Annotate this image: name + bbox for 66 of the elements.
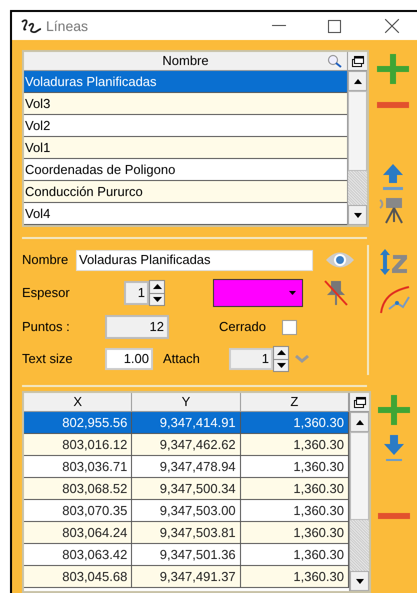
maximize-button[interactable] [328,20,341,32]
list-item[interactable]: Voladuras Planificadas [24,71,347,93]
scroll-down-icon[interactable] [356,578,364,584]
list-item[interactable]: Vol3 [24,93,347,115]
text-size-label: Text size [22,350,74,368]
move-down-icon[interactable] [383,435,405,463]
table-row[interactable]: 803,016.12 9,347,462.62 1,360.30 [24,434,349,456]
table-cell: 803,068.52 [24,478,132,499]
points-label: Puntos : [22,318,71,336]
curve-edit-icon[interactable] [379,285,411,315]
move-up-icon[interactable] [382,164,404,192]
scroll-down-icon[interactable] [354,212,362,218]
eye-icon[interactable] [325,251,355,269]
table-cell: 803,045.68 [24,566,132,587]
table-cell: 9,347,491.37 [132,566,241,587]
close-button[interactable] [385,19,399,33]
name-field[interactable]: Voladuras Planificadas [76,250,313,270]
table-cell: 9,347,501.36 [132,544,241,565]
table-cell: 803,064.24 [24,522,132,543]
table-row[interactable]: 803,068.52 9,347,500.34 1,360.30 [24,478,349,500]
scroll-thumb[interactable] [348,91,367,171]
scroll-up-icon[interactable] [356,420,364,424]
search-icon[interactable] [327,54,343,68]
attach-field[interactable]: 1 [229,348,273,370]
table-cell: 803,063.42 [24,544,132,565]
table-row[interactable]: 803,036.71 9,347,478.94 1,360.30 [24,456,349,478]
table-cell: 9,347,500.34 [132,478,241,499]
column-chooser-icon[interactable] [352,56,364,66]
column-chooser-icon[interactable] [354,396,366,408]
table-cell: 9,347,414.91 [132,412,241,433]
attach-label: Attach [163,350,201,368]
table-cell: 803,070.35 [24,500,132,521]
table-cell: 803,036.71 [24,456,132,477]
table-row[interactable]: 803,070.35 9,347,503.00 1,360.30 [24,500,349,522]
table-cell: 9,347,503.00 [132,500,241,521]
caret-icon [289,291,296,295]
list-item[interactable]: Vol1 [24,137,347,159]
minimize-button[interactable] [272,25,286,27]
closed-checkbox[interactable] [282,320,297,334]
table-cell: 802,955.56 [24,412,132,433]
points-field: 12 [105,315,169,339]
table-cell: 9,347,503.81 [132,522,241,543]
window-title: Líneas [46,16,88,36]
table-row[interactable]: 803,064.24 9,347,503.81 1,360.30 [24,522,349,544]
table-row[interactable]: 803,063.42 9,347,501.36 1,360.30 [24,544,349,566]
column-header[interactable]: X [24,393,132,411]
scroll-up-icon[interactable] [354,78,362,84]
closed-label: Cerrado [219,318,266,336]
thickness-field[interactable]: 1 [124,281,149,305]
text-size-field[interactable]: 1.00 [105,348,153,370]
unpin-icon[interactable] [323,279,349,307]
thickness-label: Espesor [22,284,71,302]
color-dropdown[interactable] [213,279,303,307]
table-cell: 9,347,462.62 [132,434,241,455]
table-row[interactable]: 802,955.56 9,347,414.91 1,360.30 [24,412,349,434]
spin-buttons[interactable] [273,346,289,372]
name-label: Nombre [22,251,70,270]
table-cell: 803,016.12 [24,434,132,455]
column-header: Nombre [24,52,347,71]
app-icon [20,17,42,35]
table-row[interactable]: 803,045.68 9,347,491.37 1,360.30 [24,566,349,588]
table-cell: 9,347,478.94 [132,456,241,477]
scroll-thumb[interactable] [350,432,369,520]
list-item[interactable]: Conducción Pururco [24,181,347,203]
spin-buttons[interactable] [149,280,165,306]
column-header[interactable]: Y [132,393,241,411]
